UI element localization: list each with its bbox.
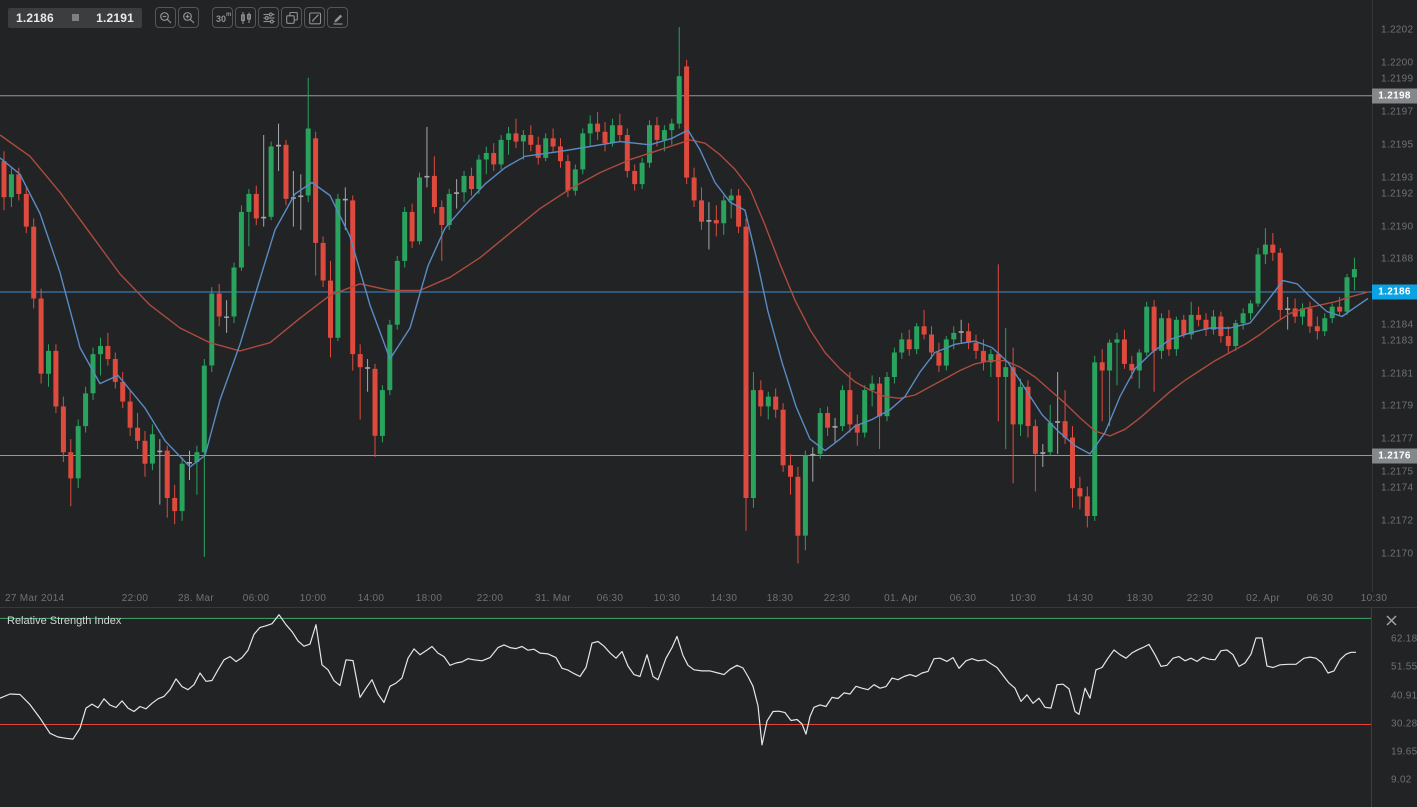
chart-toolbar: 1.2186 1.2191 30 m [8, 7, 348, 28]
time-axis-label: 18:30 [767, 593, 794, 604]
time-axis-label: 01. Apr [884, 593, 918, 604]
price-axis-label: 1.2193 [1381, 172, 1413, 183]
copy-button[interactable] [281, 7, 302, 28]
price-axis-label: 1.2200 [1381, 58, 1413, 69]
time-axis-label: 06:30 [597, 593, 624, 604]
edit-button[interactable] [304, 7, 325, 28]
price-axis-label: 1.2170 [1381, 548, 1413, 559]
rsi-chart-canvas[interactable] [0, 608, 1372, 807]
price-axis-label: 1.2190 [1381, 221, 1413, 232]
time-axis-label: 10:00 [300, 593, 327, 604]
time-axis-label: 22:00 [122, 593, 149, 604]
candlestick-chart-canvas[interactable] [0, 0, 1372, 592]
trading-chart-app: 1.2202 1.2200 1.2199 1.2198 1.2197 1.2195 1.21… [0, 0, 1417, 807]
indicators-button[interactable] [258, 7, 279, 28]
time-axis-label: 14:30 [1067, 593, 1094, 604]
price-axis-label: 1.2172 [1381, 515, 1413, 526]
candlestick-icon [239, 11, 253, 25]
time-axis-label: 22:30 [824, 593, 851, 604]
time-axis[interactable]: 27 Mar 2014 22:00 28. Mar 06:00 10:00 14:00 18… [0, 591, 1417, 607]
time-axis-label: 14:00 [358, 593, 385, 604]
ask-price: 1.2191 [96, 11, 134, 25]
rsi-axis-label: 19.65 [1391, 746, 1417, 757]
time-axis-label: 18:30 [1127, 593, 1154, 604]
price-label-highlight: 1.2198 [1372, 88, 1417, 103]
timeframe-button[interactable]: 30 m [212, 7, 233, 28]
price-axis-label: 1.2197 [1381, 107, 1413, 118]
rsi-indicator-panel: Relative Strength Index 62.18 51.55 40.91 3… [0, 607, 1417, 807]
time-axis-label: 10:30 [654, 593, 681, 604]
bid-price: 1.2186 [16, 11, 54, 25]
copy-icon [285, 11, 299, 25]
price-axis-label: 1.2183 [1381, 336, 1413, 347]
price-axis-label: 1.2177 [1381, 434, 1413, 445]
price-axis-label: 1.2174 [1381, 483, 1413, 494]
price-label-highlight: 1.2186 [1372, 285, 1417, 300]
marker-pen-icon [331, 11, 345, 25]
time-axis-label: 14:30 [711, 593, 738, 604]
time-axis-label: 06:30 [950, 593, 977, 604]
time-axis-label: 27 Mar 2014 [5, 593, 64, 604]
svg-text:m: m [226, 12, 231, 18]
rsi-axis-label: 30.28 [1391, 718, 1417, 729]
price-axis-label: 1.2175 [1381, 466, 1413, 477]
draw-button[interactable] [327, 7, 348, 28]
price-axis-label: 1.2192 [1381, 188, 1413, 199]
time-axis-label: 10:30 [1010, 593, 1037, 604]
zoom-in-icon [182, 11, 196, 25]
time-axis-label: 02. Apr [1246, 593, 1280, 604]
price-axis[interactable]: 1.2202 1.2200 1.2199 1.2198 1.2197 1.2195 1.21… [1372, 0, 1417, 592]
time-axis-label: 22:00 [477, 593, 504, 604]
rsi-axis-label: 9.02 [1391, 775, 1412, 786]
time-axis-label: 10:30 [1361, 593, 1388, 604]
time-axis-label: 18:00 [416, 593, 443, 604]
price-axis-label: 1.2199 [1381, 74, 1413, 85]
sliders-icon [262, 11, 276, 25]
price-axis-label: 1.2179 [1381, 401, 1413, 412]
close-icon [1386, 615, 1397, 626]
rsi-close-button[interactable] [1383, 612, 1399, 628]
rsi-axis-label: 40.91 [1391, 690, 1417, 701]
price-axis-label: 1.2195 [1381, 139, 1413, 150]
rsi-value-axis[interactable]: 62.18 51.55 40.91 30.28 19.65 9.02 [1372, 608, 1417, 807]
chart-type-button[interactable] [235, 7, 256, 28]
price-axis-label: 1.2188 [1381, 254, 1413, 265]
time-axis-label: 28. Mar [178, 593, 214, 604]
rsi-axis-label: 62.18 [1391, 634, 1417, 645]
edit-pencil-square-icon [308, 11, 322, 25]
zoom-out-icon [159, 11, 173, 25]
spread-marker-icon [72, 14, 79, 21]
rsi-title: Relative Strength Index [7, 615, 121, 627]
quote-widget[interactable]: 1.2186 1.2191 [8, 8, 142, 28]
time-axis-label: 06:00 [243, 593, 270, 604]
price-label-highlight: 1.2176 [1372, 448, 1417, 463]
zoom-out-button[interactable] [155, 7, 176, 28]
zoom-in-button[interactable] [178, 7, 199, 28]
time-axis-label: 22:30 [1187, 593, 1214, 604]
timeframe-30m-icon: 30 m [215, 10, 231, 26]
price-axis-label: 1.2181 [1381, 368, 1413, 379]
time-axis-label: 31. Mar [535, 593, 571, 604]
rsi-axis-label: 51.55 [1391, 662, 1417, 673]
time-axis-label: 06:30 [1307, 593, 1334, 604]
price-axis-label: 1.2202 [1381, 25, 1413, 36]
price-axis-label: 1.2184 [1381, 319, 1413, 330]
svg-text:30: 30 [216, 14, 226, 24]
